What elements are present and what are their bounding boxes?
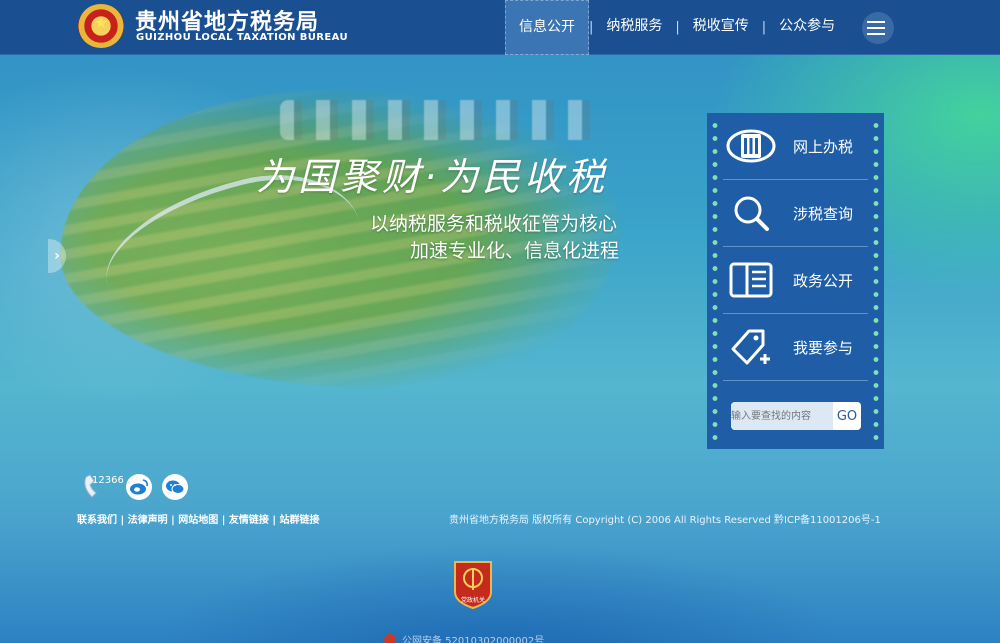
nav-item-info-disclosure[interactable]: 信息公开 bbox=[505, 0, 589, 55]
tax-emblem-icon bbox=[723, 126, 779, 166]
menu-icon[interactable] bbox=[862, 11, 895, 44]
banner-subslogan-2: 加速专业化、信息化进程 bbox=[410, 240, 620, 262]
nav-item-tax-publicity[interactable]: 税收宣传 bbox=[680, 0, 762, 55]
weibo-icon[interactable] bbox=[126, 474, 152, 500]
police-record[interactable]: 公网安备 52010302000002号 bbox=[384, 632, 544, 643]
online-tax-filing-link[interactable]: 网上办税 bbox=[723, 113, 868, 180]
search-go-button[interactable]: GO bbox=[833, 402, 861, 430]
site-subtitle: GUIZHOU LOCAL TAXATION BUREAU bbox=[136, 32, 348, 43]
nav-item-tax-service[interactable]: 纳税服务 bbox=[593, 0, 675, 55]
link-separator: | bbox=[167, 515, 179, 526]
quick-access-panel: 网上办税 涉税查询 政务公开 我要参与 GO bbox=[707, 113, 884, 449]
online-tax-filing-label: 网上办税 bbox=[793, 137, 854, 156]
government-affairs-label: 政务公开 bbox=[793, 271, 854, 290]
tag-plus-icon bbox=[723, 327, 779, 367]
wechat-icon[interactable] bbox=[162, 474, 188, 500]
village-graphic bbox=[280, 100, 600, 140]
link-separator: | bbox=[117, 515, 128, 526]
hotline-number: 12366 bbox=[92, 475, 124, 486]
search-input[interactable] bbox=[731, 402, 833, 430]
banner-prev-arrow-icon[interactable]: › bbox=[48, 239, 66, 273]
national-emblem-logo[interactable]: ★ bbox=[78, 4, 124, 48]
government-affairs-link[interactable]: 政务公开 bbox=[723, 247, 868, 314]
banner-subslogan-1: 以纳税服务和税收征管为核心 bbox=[370, 213, 618, 235]
badge-text: 党政机关 bbox=[461, 596, 485, 604]
nav-item-public-participation[interactable]: 公众参与 bbox=[766, 0, 848, 55]
copyright-text: 贵州省地方税务局 版权所有 Copyright (C) 2006 All Rig… bbox=[449, 515, 881, 526]
participate-link[interactable]: 我要参与 bbox=[723, 314, 868, 381]
tax-inquiry-link[interactable]: 涉税查询 bbox=[723, 180, 868, 247]
banner-slogan: 为国聚财·为民收税 bbox=[256, 155, 609, 199]
footer-links: 联系我们 | 法律声明 | 网站地图 | 友情链接 | 站群链接 bbox=[77, 511, 320, 526]
party-government-badge-icon[interactable]: 党政机关 bbox=[452, 558, 494, 610]
site-group-link[interactable]: 站群链接 bbox=[280, 515, 320, 526]
contact-us-link[interactable]: 联系我们 bbox=[77, 515, 117, 526]
legal-statement-link[interactable]: 法律声明 bbox=[128, 515, 168, 526]
film-dots-right bbox=[873, 119, 879, 443]
search-box: GO bbox=[731, 402, 861, 430]
police-record-text: 公网安备 52010302000002号 bbox=[402, 636, 545, 643]
top-bar: ★ 贵州省地方税务局 GUIZHOU LOCAL TAXATION BUREAU… bbox=[0, 0, 1000, 55]
film-dots-left bbox=[712, 119, 718, 443]
book-icon bbox=[723, 262, 779, 298]
link-separator: | bbox=[218, 515, 229, 526]
footer-icons: 12366 bbox=[80, 473, 188, 501]
police-emblem-icon bbox=[384, 633, 396, 643]
site-map-link[interactable]: 网站地图 bbox=[178, 515, 218, 526]
hotline-phone-icon[interactable]: 12366 bbox=[80, 473, 124, 501]
magnifier-icon bbox=[723, 193, 779, 233]
link-separator: | bbox=[268, 515, 280, 526]
participate-label: 我要参与 bbox=[793, 338, 854, 357]
main-nav: 信息公开 | 纳税服务 | 税收宣传 | 公众参与 bbox=[505, 0, 895, 55]
friendly-links-link[interactable]: 友情链接 bbox=[229, 515, 269, 526]
tax-inquiry-label: 涉税查询 bbox=[793, 204, 854, 223]
